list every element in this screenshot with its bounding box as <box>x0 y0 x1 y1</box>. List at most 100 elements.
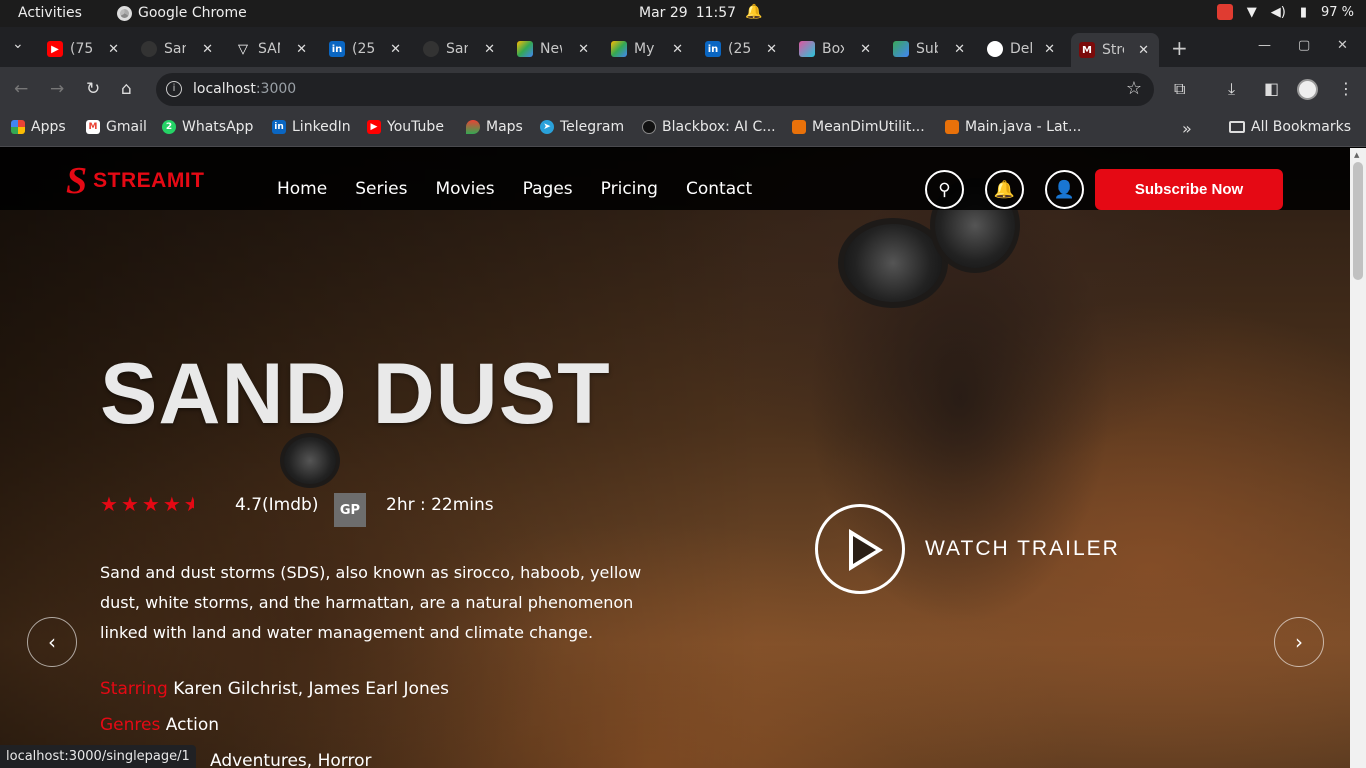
bookmark-label: MeanDimUtilit... <box>812 119 925 135</box>
close-tab-icon[interactable]: ✕ <box>484 42 495 57</box>
nav-home[interactable]: Home <box>277 179 327 199</box>
activities-button[interactable]: Activities <box>18 5 82 21</box>
menu-kebab-icon[interactable]: ⋮ <box>1338 79 1354 98</box>
rating-stars: ★★★★★ <box>100 492 194 516</box>
maximize-icon[interactable]: ▢ <box>1298 38 1310 53</box>
close-tab-icon[interactable]: ✕ <box>202 42 213 57</box>
tab[interactable]: My ✕ <box>611 35 683 63</box>
subscribe-button[interactable]: Subscribe Now <box>1095 169 1283 210</box>
github-icon <box>423 41 439 57</box>
tab[interactable]: San ✕ <box>141 35 213 63</box>
site-logo[interactable]: S STREAMIT <box>66 162 205 200</box>
github-icon <box>141 41 157 57</box>
bookmark-apps[interactable]: Apps <box>11 119 66 135</box>
clock[interactable]: Mar 29 11:57 <box>639 5 736 21</box>
tab-title: My <box>634 41 655 57</box>
scroll-up-icon[interactable]: ▲ <box>1354 151 1359 159</box>
minimize-icon[interactable]: — <box>1258 38 1271 53</box>
drive-icon <box>517 41 533 57</box>
new-tab-icon[interactable]: + <box>1171 36 1188 60</box>
side-panel-icon[interactable]: ◧ <box>1264 79 1279 98</box>
reload-icon[interactable]: ↻ <box>86 79 100 99</box>
home-icon[interactable]: ⌂ <box>121 79 132 99</box>
close-tab-icon[interactable]: ✕ <box>672 42 683 57</box>
tab[interactable]: Box ✕ <box>799 35 871 63</box>
tab-title: San <box>446 41 468 57</box>
page-scrollbar[interactable]: ▲ <box>1350 148 1366 768</box>
close-window-icon[interactable]: ✕ <box>1337 38 1348 53</box>
extensions-icon[interactable]: ⧉ <box>1174 79 1185 99</box>
forward-arrow-icon[interactable]: → <box>50 79 64 99</box>
imdb-rating: 4.7(Imdb) <box>235 495 319 515</box>
bookmark-youtube[interactable]: ▶ YouTube <box>367 119 444 135</box>
tab[interactable]: in (25 ✕ <box>329 35 401 63</box>
site-info-icon[interactable]: i <box>166 81 182 97</box>
tab[interactable]: Sub ✕ <box>893 35 965 63</box>
user-icon[interactable]: 👤 <box>1045 170 1084 209</box>
close-tab-icon[interactable]: ✕ <box>954 42 965 57</box>
notification-icon[interactable]: 🔔 <box>985 170 1024 209</box>
logo-text: STREAMIT <box>93 169 205 192</box>
bookmark-maps[interactable]: Maps <box>466 119 523 135</box>
bookmarks-overflow-icon[interactable]: » <box>1182 119 1192 138</box>
tab[interactable]: in (25 ✕ <box>705 35 777 63</box>
tab[interactable]: ▶ (75 ✕ <box>47 35 119 63</box>
tab-active[interactable]: M Stre ✕ <box>1071 33 1159 67</box>
nav-contact[interactable]: Contact <box>686 179 752 199</box>
apps-grid-icon <box>11 120 25 134</box>
bookmark-whatsapp[interactable]: 2 WhatsApp <box>162 119 253 135</box>
profile-avatar[interactable] <box>1297 79 1318 100</box>
address-bar[interactable]: i localhost:3000 ☆ <box>156 73 1154 106</box>
bookmark-meandimutility[interactable]: MeanDimUtilit... <box>792 119 925 135</box>
nav-series[interactable]: Series <box>355 179 407 199</box>
play-trailer-button[interactable] <box>815 504 905 594</box>
youtube-icon: ▶ <box>47 41 63 57</box>
close-tab-icon[interactable]: ✕ <box>1044 42 1055 57</box>
nav-pricing[interactable]: Pricing <box>601 179 658 199</box>
next-slide-chevron-right-icon[interactable]: › <box>1274 617 1324 667</box>
close-tab-icon[interactable]: ✕ <box>390 42 401 57</box>
tab[interactable]: ▽ SAN ✕ <box>235 35 307 63</box>
genres-row: Genres Action <box>100 715 219 735</box>
app-menu[interactable]: Google Chrome <box>117 5 247 21</box>
wifi-icon: ▼ <box>1246 4 1257 20</box>
github-icon <box>987 41 1003 57</box>
close-tab-icon[interactable]: ✕ <box>766 42 777 57</box>
bookmark-star-icon[interactable]: ☆ <box>1126 78 1142 99</box>
tags-row: Adventures, Horror <box>210 751 372 768</box>
tab-search-chevron-icon[interactable]: ⌄ <box>12 36 24 52</box>
scrollbar-thumb[interactable] <box>1353 162 1363 280</box>
search-icon[interactable]: ⚲ <box>925 170 964 209</box>
tab[interactable]: San ✕ <box>423 35 495 63</box>
notification-bell-icon[interactable]: 🔔 <box>745 4 762 20</box>
close-tab-icon[interactable]: ✕ <box>860 42 871 57</box>
page-viewport: S STREAMIT Home Series Movies Pages Pric… <box>0 148 1350 768</box>
app-indicator-icon[interactable] <box>1216 4 1233 20</box>
youtube-icon: ▶ <box>367 120 381 134</box>
tab[interactable]: New ✕ <box>517 35 589 63</box>
close-tab-icon[interactable]: ✕ <box>1138 43 1149 58</box>
battery-percent: 97 % <box>1320 4 1354 20</box>
url-port: :3000 <box>255 81 297 97</box>
tab[interactable]: Del ✕ <box>987 35 1055 63</box>
close-tab-icon[interactable]: ✕ <box>578 42 589 57</box>
bookmark-linkedin[interactable]: in LinkedIn <box>272 119 351 135</box>
prev-slide-chevron-left-icon[interactable]: ‹ <box>27 617 77 667</box>
maps-icon <box>466 120 480 134</box>
close-tab-icon[interactable]: ✕ <box>296 42 307 57</box>
whatsapp-icon: 2 <box>162 120 176 134</box>
bookmark-main-java[interactable]: Main.java - Lat... <box>945 119 1081 135</box>
back-arrow-icon[interactable]: ← <box>14 79 28 99</box>
nav-movies[interactable]: Movies <box>435 179 494 199</box>
watch-trailer-label[interactable]: WATCH TRAILER <box>925 537 1120 561</box>
all-bookmarks[interactable]: All Bookmarks <box>1229 119 1351 135</box>
star-icon: ★ <box>100 492 121 516</box>
url-text[interactable]: localhost:3000 <box>193 81 296 97</box>
system-tray[interactable]: ▼ ◀) ▮ 97 % <box>1216 4 1354 20</box>
download-icon[interactable]: ⤓ <box>1228 79 1235 99</box>
nav-pages[interactable]: Pages <box>523 179 573 199</box>
bookmark-telegram[interactable]: ➤ Telegram <box>540 119 624 135</box>
bookmark-blackbox[interactable]: Blackbox: AI C... <box>642 119 776 135</box>
bookmark-gmail[interactable]: M Gmail <box>86 119 147 135</box>
close-tab-icon[interactable]: ✕ <box>108 42 119 57</box>
